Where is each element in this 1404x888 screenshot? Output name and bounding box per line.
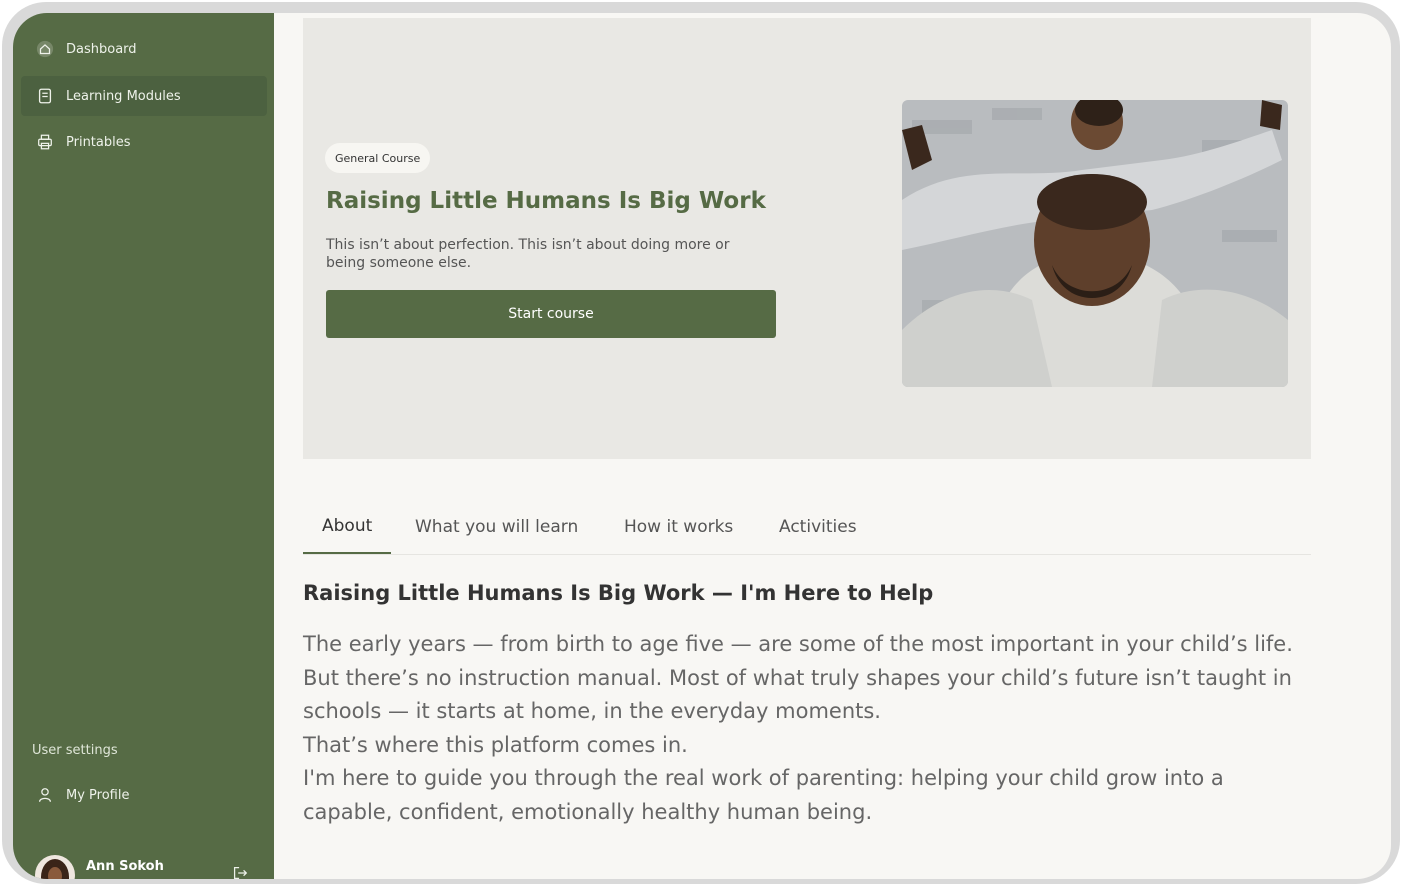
course-cover-image xyxy=(902,100,1288,387)
sidebar-item-label: My Profile xyxy=(66,787,130,803)
sidebar-item-label: Learning Modules xyxy=(66,88,181,104)
sidebar-item-my-profile[interactable]: My Profile xyxy=(21,775,267,815)
about-paragraph: I'm here to guide you through the real w… xyxy=(303,766,1224,824)
course-hero: General Course Raising Little Humans Is … xyxy=(303,18,1311,459)
tab-about[interactable]: About xyxy=(303,500,392,554)
sidebar-item-printables[interactable]: Printables xyxy=(21,122,267,162)
logout-icon[interactable] xyxy=(231,864,249,879)
tablet-frame: Dashboard Learning Modules Printables Us… xyxy=(2,2,1400,884)
user-icon xyxy=(36,786,54,804)
tab-activities[interactable]: Activities xyxy=(779,500,857,554)
start-course-button[interactable]: Start course xyxy=(326,290,776,338)
about-paragraph: The early years — from birth to age five… xyxy=(303,632,1293,724)
printer-icon xyxy=(36,133,54,151)
course-description: This isn’t about perfection. This isn’t … xyxy=(326,237,730,271)
sidebar-item-learning-modules[interactable]: Learning Modules xyxy=(21,76,267,116)
about-paragraph: That’s where this platform comes in. xyxy=(303,732,688,757)
user-settings-heading: User settings xyxy=(32,743,118,758)
sidebar: Dashboard Learning Modules Printables Us… xyxy=(13,13,274,879)
document-icon xyxy=(36,87,54,105)
about-text: The early years — from birth to age five… xyxy=(303,628,1313,830)
sidebar-item-label: Printables xyxy=(66,134,131,150)
about-heading: Raising Little Humans Is Big Work — I'm … xyxy=(303,581,934,605)
app-screen: Dashboard Learning Modules Printables Us… xyxy=(13,13,1391,879)
tab-what-you-will-learn[interactable]: What you will learn xyxy=(415,500,578,554)
user-name: Ann Sokoh xyxy=(86,859,164,874)
course-title: Raising Little Humans Is Big Work xyxy=(326,188,766,214)
course-tabs: About What you will learn How it works A… xyxy=(303,500,1311,555)
home-icon xyxy=(36,40,54,58)
avatar[interactable] xyxy=(35,855,75,879)
tab-how-it-works[interactable]: How it works xyxy=(624,500,733,554)
sidebar-item-dashboard[interactable]: Dashboard xyxy=(21,29,267,69)
course-category-badge: General Course xyxy=(325,143,431,173)
sidebar-item-label: Dashboard xyxy=(66,41,137,57)
